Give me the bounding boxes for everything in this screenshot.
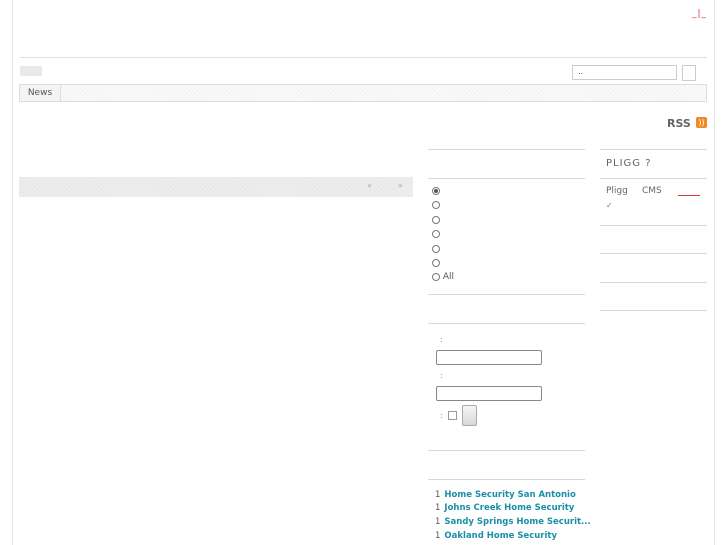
radio-button[interactable] [432, 186, 440, 195]
filter-option-all[interactable]: All [432, 272, 454, 284]
page-frame [12, 0, 715, 545]
divider [428, 294, 585, 295]
divider [428, 178, 585, 179]
username-field[interactable] [436, 350, 542, 365]
radio-button[interactable] [432, 215, 440, 224]
list-item: 1 Sandy Springs Home Securit... [435, 517, 591, 527]
radio-button[interactable] [432, 272, 440, 281]
sidebar-text-cms: CMS [642, 186, 662, 196]
story-link[interactable]: Home Security San Antonio [444, 490, 575, 500]
tab-news[interactable]: News [20, 85, 61, 101]
sidebar-heading: PLIGG ? [606, 158, 652, 169]
pager-prev[interactable]: « [367, 181, 372, 190]
divider [428, 323, 585, 324]
search-submit-button[interactable] [682, 65, 696, 81]
filter-option[interactable] [432, 229, 440, 241]
nav-bar: News [19, 84, 707, 102]
password-label: : [440, 371, 443, 380]
divider [600, 310, 707, 311]
login-button[interactable] [462, 405, 477, 426]
rss-link[interactable]: RSS [667, 117, 691, 130]
radio-button[interactable] [432, 244, 440, 253]
grey-button[interactable] [20, 66, 42, 76]
top-links[interactable]: _|_ [692, 9, 707, 19]
filter-option[interactable] [432, 258, 440, 270]
red-underline-link[interactable] [678, 195, 700, 196]
radio-button[interactable] [432, 200, 440, 209]
list-item: 1 Johns Creek Home Security [435, 503, 575, 513]
check-mark-icon: ✓ [606, 201, 613, 210]
sidebar-text-pligg: Pligg [606, 186, 628, 196]
list-item: 1 Home Security San Antonio [435, 490, 576, 500]
divider [600, 282, 707, 283]
filter-option[interactable] [432, 200, 440, 212]
filter-option[interactable] [432, 244, 440, 256]
password-field[interactable] [436, 386, 542, 401]
divider [428, 450, 585, 451]
divider [428, 479, 585, 480]
username-label: : [440, 335, 443, 344]
story-link[interactable]: Sandy Springs Home Securit... [444, 517, 590, 527]
search-input[interactable]: .. [572, 65, 677, 80]
remember-checkbox[interactable] [448, 411, 457, 420]
divider [600, 253, 707, 254]
divider [600, 225, 707, 226]
radio-button[interactable] [432, 229, 440, 238]
list-item: 1 Oakland Home Security [435, 531, 558, 541]
radio-button[interactable] [432, 258, 440, 267]
pager-next[interactable]: » [398, 181, 403, 190]
filter-option[interactable] [432, 215, 440, 227]
remember-label: : [440, 411, 443, 420]
divider [428, 149, 585, 150]
divider [600, 149, 707, 150]
filter-option[interactable] [432, 186, 440, 198]
rss-icon[interactable]: )) [696, 117, 707, 128]
story-link[interactable]: Oakland Home Security [444, 531, 557, 541]
pager-bar: « » [19, 177, 413, 197]
header-divider [20, 57, 707, 58]
story-link[interactable]: Johns Creek Home Security [444, 503, 574, 513]
divider [600, 178, 707, 179]
